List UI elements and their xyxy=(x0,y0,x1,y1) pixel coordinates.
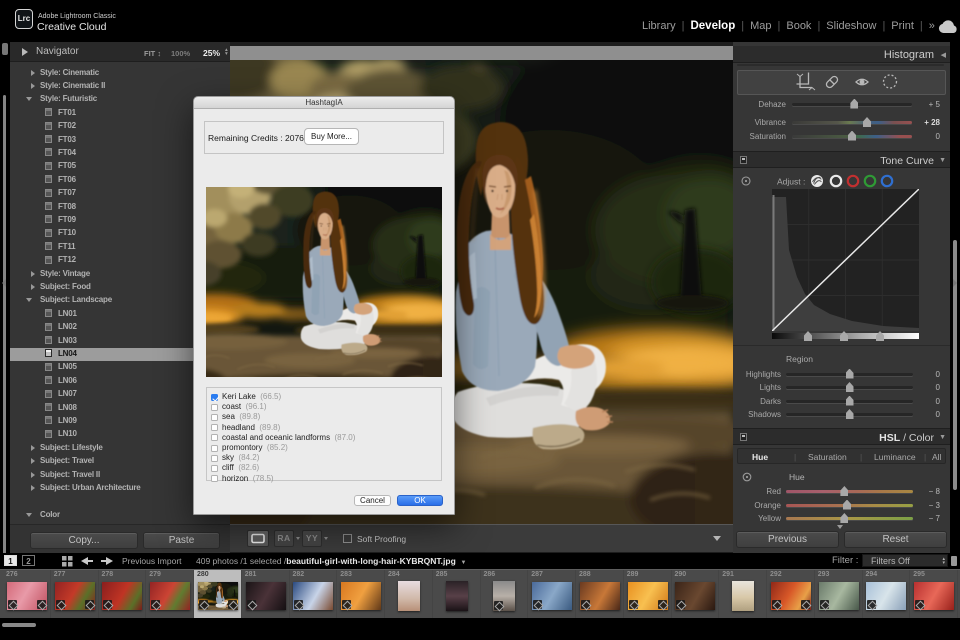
svg-text:Adjust :: Adjust : xyxy=(777,177,805,187)
